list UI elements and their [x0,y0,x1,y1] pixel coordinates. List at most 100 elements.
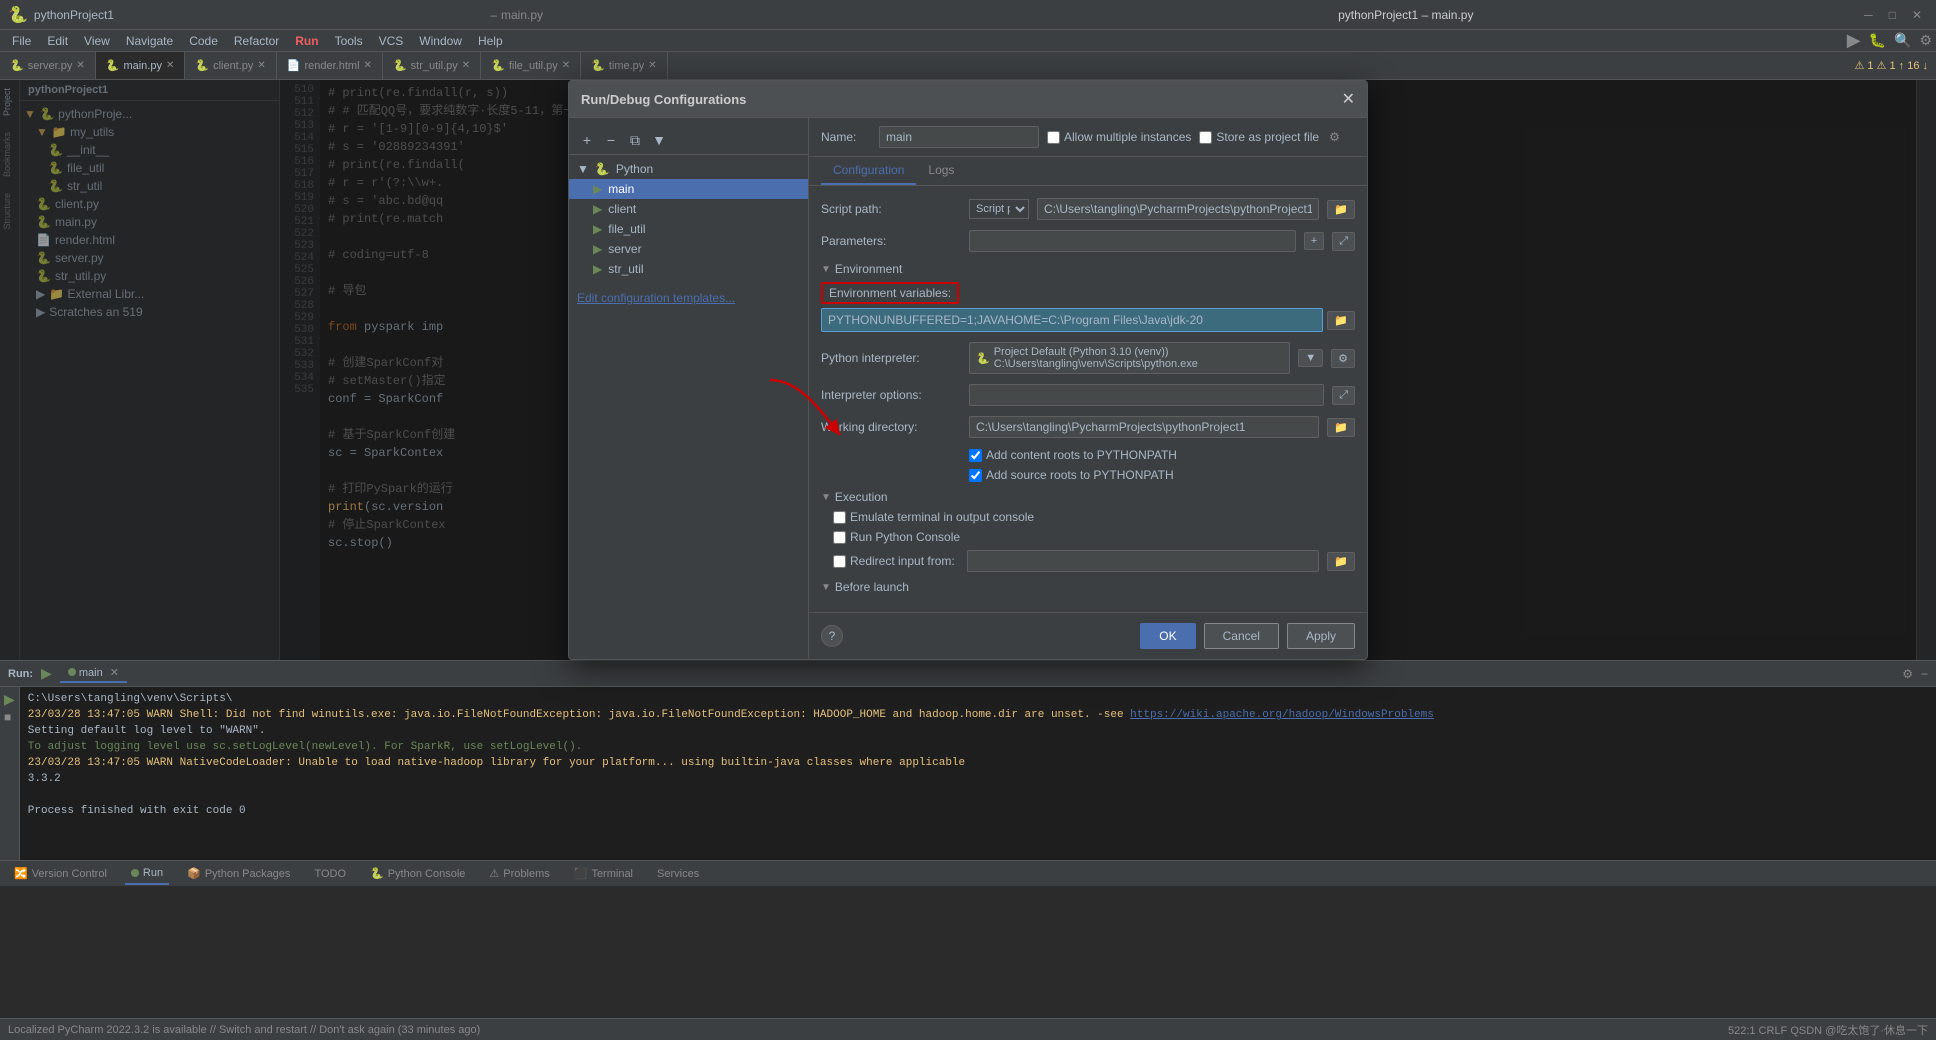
menu-edit[interactable]: Edit [39,32,76,50]
bottom-tab-todo[interactable]: TODO [308,864,352,884]
ok-btn[interactable]: OK [1140,623,1195,649]
working-dir-input[interactable] [969,416,1319,438]
config-item-str-util[interactable]: ▶ str_util [569,259,808,279]
bottom-tab-version-control[interactable]: 🔀 Version Control [8,863,113,884]
environment-section-header[interactable]: ▼ Environment [821,262,1355,276]
script-path-dropdown[interactable]: Script path [969,199,1029,219]
name-input[interactable] [879,126,1039,148]
script-path-browse-btn[interactable]: 📁 [1327,200,1355,219]
tab-close-file-util[interactable]: ✕ [562,60,570,71]
remove-config-btn[interactable]: − [601,130,621,150]
bottom-tab-services[interactable]: Services [651,864,705,884]
config-item-server[interactable]: ▶ server [569,239,808,259]
minimize-btn[interactable]: ─ [1858,8,1879,22]
tab-close-render[interactable]: ✕ [364,60,372,71]
redirect-input-path[interactable] [967,550,1320,572]
bottom-tab-python-console[interactable]: 🐍 Python Console [364,863,471,884]
edit-templates-btn[interactable]: Edit configuration templates... [577,291,735,305]
tab-close-server[interactable]: ✕ [76,60,84,71]
add-content-roots-label[interactable]: Add content roots to PYTHONPATH [969,448,1177,462]
tab-str-util-py[interactable]: 🐍 str_util.py ✕ [383,52,481,80]
config-python-group[interactable]: ▼ 🐍 Python [569,159,808,179]
search-btn[interactable]: 🔍 [1894,32,1911,49]
env-variables-input[interactable] [821,308,1323,332]
menu-file[interactable]: File [4,32,39,50]
tab-file-util-py[interactable]: 🐍 file_util.py ✕ [481,52,581,80]
tab-close-str-util[interactable]: ✕ [462,60,470,71]
allow-multiple-checkbox[interactable] [1047,131,1060,144]
run-restart-btn[interactable]: ▶ [4,691,15,708]
interpreter-options-input[interactable] [969,384,1324,406]
copy-config-btn[interactable]: ⧉ [625,130,645,150]
tab-logs[interactable]: Logs [916,157,966,185]
bottom-tab-run[interactable]: Run [125,863,169,885]
env-variables-browse-btn[interactable]: 📁 [1327,311,1355,330]
redirect-input-checkbox[interactable] [833,555,846,568]
config-item-file-util[interactable]: ▶ file_util [569,219,808,239]
menu-tools[interactable]: Tools [327,32,371,50]
script-path-input[interactable] [1037,198,1319,220]
bottom-tab-problems[interactable]: ⚠ Problems [483,863,555,884]
tab-server-py[interactable]: 🐍 server.py ✕ [0,52,96,80]
before-launch-header[interactable]: ▼ Before launch [821,580,1355,594]
menu-run[interactable]: Run [287,32,326,50]
run-python-console-checkbox[interactable] [833,531,846,544]
settings-btn[interactable]: ⚙ [1919,32,1932,49]
tab-time-py[interactable]: 🐍 time.py ✕ [581,52,668,80]
menu-view[interactable]: View [76,32,118,50]
tab-close-time[interactable]: ✕ [648,60,656,71]
parameters-add-btn[interactable]: + [1304,232,1324,250]
parameters-input[interactable] [969,230,1296,252]
help-btn[interactable]: ? [821,625,843,647]
menu-code[interactable]: Code [181,32,226,50]
menu-vcs[interactable]: VCS [371,32,412,50]
redirect-browse-btn[interactable]: 📁 [1327,552,1355,571]
parameters-expand-btn[interactable]: ⤢ [1332,232,1355,251]
settings-gear-icon[interactable]: ⚙ [1329,130,1340,144]
store-as-project-label[interactable]: Store as project file [1199,130,1319,144]
tab-render-html[interactable]: 📄 render.html ✕ [277,52,383,80]
bottom-tab-python-packages[interactable]: 📦 Python Packages [181,863,296,884]
add-config-btn[interactable]: + [577,130,597,150]
working-dir-browse-btn[interactable]: 📁 [1327,418,1355,437]
add-source-roots-label[interactable]: Add source roots to PYTHONPATH [969,468,1174,482]
apply-btn[interactable]: Apply [1287,623,1355,649]
tab-close-main[interactable]: ✕ [166,60,174,71]
store-as-project-checkbox[interactable] [1199,131,1212,144]
menu-window[interactable]: Window [411,32,470,50]
emulate-terminal-checkbox[interactable] [833,511,846,524]
run-python-console-label[interactable]: Run Python Console [833,530,960,544]
emulate-terminal-label[interactable]: Emulate terminal in output console [833,510,1034,524]
menu-navigate[interactable]: Navigate [118,32,181,50]
run-minimize-icon[interactable]: − [1921,667,1928,681]
tab-main-py[interactable]: 🐍 main.py ✕ [96,52,186,80]
allow-multiple-label[interactable]: Allow multiple instances [1047,130,1191,144]
config-item-main[interactable]: ▶ main [569,179,808,199]
interpreter-options-expand-btn[interactable]: ⤢ [1332,386,1355,405]
interpreter-dropdown-btn[interactable]: ▼ [1298,349,1323,367]
execution-section-header[interactable]: ▼ Execution [821,490,1355,504]
cancel-btn[interactable]: Cancel [1204,623,1279,649]
debug-btn[interactable]: 🐛 [1869,32,1886,49]
run-settings-icon[interactable]: ⚙ [1902,667,1913,681]
add-source-roots-checkbox[interactable] [969,469,982,482]
run-btn[interactable]: ▶ [1847,30,1861,51]
run-tab-main[interactable]: main ✕ [60,664,127,683]
modal-close-button[interactable]: ✕ [1342,89,1355,109]
menu-help[interactable]: Help [470,32,511,50]
tab-client-py[interactable]: 🐍 client.py ✕ [185,52,276,80]
hadoop-link[interactable]: https://wiki.apache.org/hadoop/WindowsPr… [1130,709,1434,721]
run-tab-close[interactable]: ✕ [110,667,119,679]
interpreter-edit-btn[interactable]: ⚙ [1331,349,1355,368]
more-options-btn[interactable]: ▼ [649,130,669,150]
config-item-client[interactable]: ▶ client [569,199,808,219]
bottom-tab-terminal[interactable]: ⬛ Terminal [568,863,639,884]
maximize-btn[interactable]: □ [1883,8,1902,22]
add-content-roots-checkbox[interactable] [969,449,982,462]
run-stop-btn[interactable]: ■ [4,710,15,724]
tab-configuration[interactable]: Configuration [821,157,916,185]
menu-refactor[interactable]: Refactor [226,32,287,50]
tab-close-client[interactable]: ✕ [257,60,265,71]
close-btn[interactable]: ✕ [1906,8,1928,22]
redirect-input-label[interactable]: Redirect input from: [833,554,955,568]
